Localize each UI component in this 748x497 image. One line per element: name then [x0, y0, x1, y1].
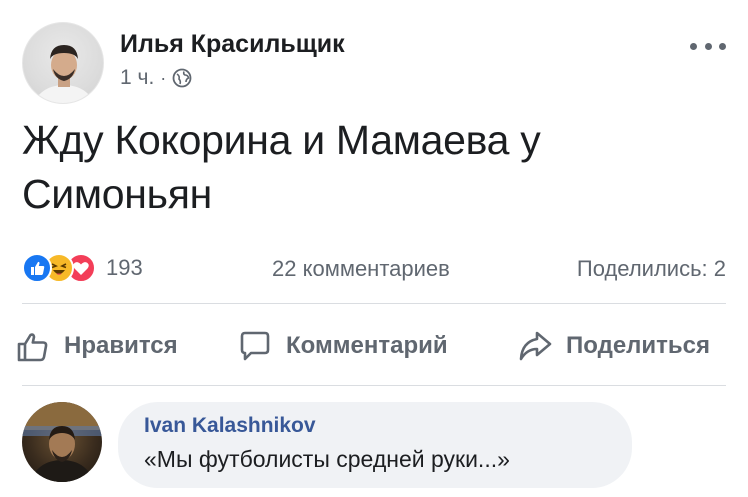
- post-card: Илья Красильщик 1 ч. · Жду Кокорина и Ма…: [0, 0, 748, 497]
- comment-button[interactable]: Комментарий: [236, 322, 448, 370]
- thumbs-up-icon: [17, 333, 48, 362]
- meta-separator: ·: [160, 67, 167, 88]
- ellipsis-icon[interactable]: [690, 36, 726, 56]
- comments-count[interactable]: 22 комментариев: [272, 256, 450, 282]
- like-button[interactable]: Нравится: [14, 322, 178, 370]
- post-header: Илья Красильщик 1 ч. ·: [22, 22, 726, 104]
- reactions-summary[interactable]: 193: [22, 253, 143, 283]
- comment-item: Ivan Kalashnikov «Мы футболисты средней …: [22, 402, 726, 488]
- post-text: Жду Кокорина и Мамаева у Симоньян: [22, 117, 541, 217]
- post-meta: 1 ч. ·: [120, 66, 192, 90]
- commenter-avatar[interactable]: [22, 402, 102, 482]
- shares-count[interactable]: Поделились: 2: [577, 256, 726, 282]
- action-bar: Нравится Комментарий Поделиться: [14, 322, 734, 370]
- stats-divider: [22, 303, 726, 304]
- author-avatar[interactable]: [22, 22, 104, 104]
- like-label: Нравится: [64, 332, 178, 359]
- actions-divider: [22, 385, 726, 386]
- comment-label: Комментарий: [286, 332, 448, 359]
- post-time[interactable]: 1 ч.: [120, 66, 154, 90]
- comment-bubble: Ivan Kalashnikov «Мы футболисты средней …: [118, 402, 632, 488]
- share-button[interactable]: Поделиться: [516, 322, 710, 370]
- share-icon: [519, 331, 552, 361]
- like-reaction-icon: [22, 253, 52, 283]
- globe-icon[interactable]: [172, 68, 192, 88]
- comment-text: «Мы футболисты средней руки...»: [144, 446, 510, 472]
- reaction-count: 193: [106, 255, 143, 280]
- comment-icon: [240, 331, 270, 361]
- post-stats: 193 22 комментариев Поделились: 2: [22, 250, 726, 286]
- post-author[interactable]: Илья Красильщик: [120, 30, 345, 59]
- share-label: Поделиться: [566, 332, 711, 359]
- comment-author[interactable]: Ivan Kalashnikov: [144, 414, 606, 438]
